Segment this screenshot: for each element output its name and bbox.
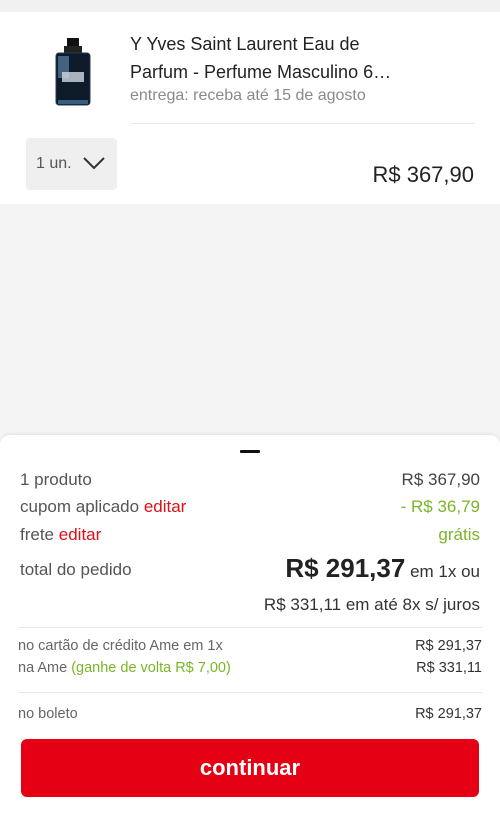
ame-label-group: na Ame (ganhe de volta R$ 7,00)	[18, 660, 231, 676]
delivery-estimate: entrega: receba até 15 de agosto	[130, 87, 366, 104]
total-value: R$ 291,37	[285, 553, 406, 583]
item-price: R$ 367,90	[372, 162, 474, 187]
product-image[interactable]	[44, 38, 102, 110]
ame-value: R$ 331,11	[416, 660, 482, 676]
top-strip	[0, 0, 500, 12]
summary-row-total: total do pedido R$ 291,37 em 1x ou	[20, 553, 480, 593]
card-value: R$ 291,37	[415, 638, 482, 654]
chevron-down-icon	[83, 157, 105, 170]
drag-handle[interactable]	[240, 450, 260, 453]
installment-text: R$ 331,11 em até 8x s/ juros	[263, 595, 480, 614]
shipping-label: frete	[20, 525, 55, 544]
products-value: R$ 367,90	[401, 470, 480, 489]
product-title-line-1: Y Yves Saint Laurent Eau de	[130, 34, 360, 54]
divider	[18, 627, 482, 628]
total-value-group: R$ 291,37 em 1x ou	[285, 553, 480, 584]
continue-button[interactable]: continuar	[21, 739, 479, 797]
product-title[interactable]: Y Yves Saint Laurent Eau de Parfum - Per…	[130, 30, 480, 86]
coupon-edit-link[interactable]: editar	[144, 497, 187, 516]
card-label: no cartão de crédito Ame em 1x	[18, 638, 223, 654]
ame-label: na Ame	[18, 660, 68, 676]
order-summary-sheet: 1 produto R$ 367,90 cupom aplicado edita…	[0, 435, 500, 818]
shipping-edit-link[interactable]: editar	[59, 525, 102, 544]
boleto-label: no boleto	[18, 706, 78, 722]
quantity-select[interactable]: 1 un.	[26, 138, 117, 190]
quantity-value: 1 un.	[36, 155, 72, 172]
ame-cashback: (ganhe de volta R$ 7,00)	[71, 660, 231, 676]
shipping-label-group: frete editar	[20, 525, 101, 545]
products-label: 1 produto	[20, 470, 92, 489]
cart-item-card: Y Yves Saint Laurent Eau de Parfum - Per…	[0, 12, 500, 204]
coupon-label-group: cupom aplicado editar	[20, 497, 186, 517]
boleto-value: R$ 291,37	[415, 706, 482, 722]
coupon-label: cupom aplicado	[20, 497, 140, 516]
total-label: total do pedido	[20, 560, 132, 579]
coupon-discount-value: - R$ 36,79	[400, 497, 480, 516]
shipping-value: grátis	[438, 525, 480, 544]
total-suffix: em 1x ou	[410, 562, 480, 581]
divider	[130, 123, 475, 124]
product-title-line-2: Parfum - Perfume Masculino 6…	[130, 62, 392, 82]
divider	[18, 692, 482, 693]
